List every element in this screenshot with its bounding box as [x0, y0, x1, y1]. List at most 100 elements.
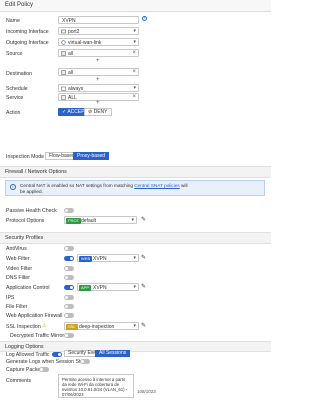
gen-logs-toggle[interactable] [80, 359, 90, 364]
prot-badge: PROT [66, 217, 82, 224]
appcontrol-toggle[interactable] [64, 285, 74, 290]
log-allowed-label: Log Allowed Traffic [6, 352, 50, 358]
chevron-down-icon: ▾ [133, 255, 136, 261]
waf-label: Web Application Firewall [6, 313, 63, 319]
edit-icon[interactable]: ✎ [141, 322, 146, 329]
destination-value: all [68, 70, 74, 76]
info-icon: i [142, 16, 147, 21]
chevron-down-icon: ▾ [133, 28, 136, 34]
dnsfilter-toggle[interactable] [64, 275, 74, 280]
add-service-icon[interactable]: + [96, 100, 100, 106]
action-label: Action [6, 110, 21, 116]
central-snat-link[interactable]: Central SNAT policies [134, 183, 179, 188]
service-value: ALL [68, 95, 77, 101]
gen-logs-label: Generate Logs when Session Starts [6, 359, 90, 365]
logging-options-section: Logging Options [0, 341, 271, 352]
source-field[interactable]: all × [58, 49, 139, 57]
comments-textarea[interactable]: Permite acesso à internet a partir da re… [58, 374, 134, 398]
protocol-value: default [81, 218, 97, 224]
proxy-based-option[interactable]: Proxy-based [73, 152, 110, 160]
window-title: Edit Policy [5, 2, 34, 8]
outgoing-label: Outgoing Interface [6, 40, 49, 46]
remove-icon[interactable]: × [132, 94, 136, 100]
outgoing-interface-select[interactable]: virtual-wan-link ▾ [58, 38, 139, 46]
schedule-label: Schedule [6, 86, 28, 92]
destination-label: Destination [6, 71, 32, 77]
outgoing-value: virtual-wan-link [68, 40, 102, 46]
incoming-value: port2 [68, 29, 80, 35]
remove-icon[interactable]: × [132, 50, 136, 56]
dnsfilter-label: DNS Filter [6, 275, 30, 281]
warning-icon: ⚠ [42, 323, 47, 329]
filefilter-label: File Filter [6, 304, 28, 310]
title-bar: Edit Policy [0, 0, 271, 12]
section-title: Security Profiles [5, 235, 44, 241]
source-label: Source [6, 51, 23, 57]
ips-label: IPS [6, 295, 15, 301]
edit-icon[interactable]: ✎ [141, 254, 146, 261]
section-title: Logging Options [5, 343, 44, 350]
protocol-options-label: Protocol Options [6, 218, 45, 224]
name-input[interactable]: XVPN [58, 16, 139, 24]
address-icon [61, 51, 66, 56]
add-destination-icon[interactable]: + [96, 77, 100, 83]
service-label: Service [6, 95, 24, 101]
info-icon: i [10, 184, 16, 190]
protocol-options-select[interactable]: PROT default ▾ [64, 216, 137, 224]
firewall-network-section: Firewall / Network Options [0, 166, 271, 178]
address-icon [61, 70, 66, 75]
chevron-down-icon: ▾ [133, 85, 136, 91]
ssl-value: deep-inspection [79, 324, 115, 330]
waf-toggle[interactable] [64, 313, 74, 318]
log-allowed-toggle[interactable] [52, 352, 62, 357]
traffic-mirror-toggle[interactable] [64, 333, 74, 338]
edit-icon[interactable]: ✎ [141, 216, 146, 223]
chevron-down-icon: ▾ [133, 284, 136, 290]
deny-button[interactable]: ⊘ DENY [84, 108, 112, 116]
passive-health-label: Passive Health Check [6, 208, 57, 214]
central-nat-info: i Central NAT is enabled so NAT settings… [5, 180, 265, 196]
chevron-down-icon: ▾ [131, 217, 134, 223]
edit-icon[interactable]: ✎ [141, 283, 146, 290]
chevron-down-icon: ▾ [133, 323, 136, 329]
destination-field[interactable]: all × [58, 68, 139, 76]
schedule-value: always [68, 86, 84, 92]
security-profiles-section: Security Profiles [0, 232, 271, 244]
service-icon [61, 95, 66, 100]
web-badge: WEB [79, 255, 93, 262]
port-icon [61, 29, 66, 34]
videofilter-toggle[interactable] [64, 266, 74, 271]
section-title: Firewall / Network Options [5, 169, 67, 175]
calendar-icon [61, 86, 66, 91]
ssl-inspection-label: SSL Inspection [6, 324, 41, 330]
remove-icon[interactable]: × [132, 69, 136, 75]
info-text-1: Central NAT is enabled so NAT settings f… [20, 183, 135, 188]
antivirus-label: AntiVirus [6, 246, 27, 252]
webfilter-toggle[interactable] [64, 256, 74, 261]
source-value: all [68, 51, 74, 57]
passive-health-toggle[interactable] [64, 208, 74, 213]
schedule-select[interactable]: always ▾ [58, 84, 139, 92]
name-value: XVPN [62, 18, 76, 24]
appcontrol-select[interactable]: APP XVPN ▾ [77, 283, 139, 291]
sdwan-icon [61, 40, 66, 45]
filefilter-toggle[interactable] [64, 304, 74, 309]
inspection-label: Inspection Mode [6, 154, 45, 160]
capture-packets-toggle[interactable] [39, 367, 49, 372]
webfilter-value: XVPN [93, 256, 107, 262]
comments-label: Comments [6, 378, 32, 384]
ssl-inspection-select[interactable]: SSL deep-inspection ▾ [64, 322, 139, 330]
all-sessions-option[interactable]: All Sessions [95, 350, 131, 357]
appcontrol-label: Application Control [6, 285, 50, 291]
incoming-interface-select[interactable]: port2 ▾ [58, 27, 139, 35]
antivirus-toggle[interactable] [64, 246, 74, 251]
webfilter-select[interactable]: WEB XVPN ▾ [77, 254, 139, 262]
add-source-icon[interactable]: + [96, 58, 100, 64]
webfilter-label: Web Filter [6, 256, 30, 262]
deny-label: DENY [93, 109, 108, 115]
name-label: Name [6, 18, 20, 24]
chevron-down-icon: ▾ [133, 39, 136, 45]
app-badge: APP [79, 284, 92, 291]
appcontrol-value: XVPN [93, 285, 107, 291]
ips-toggle[interactable] [64, 295, 74, 300]
